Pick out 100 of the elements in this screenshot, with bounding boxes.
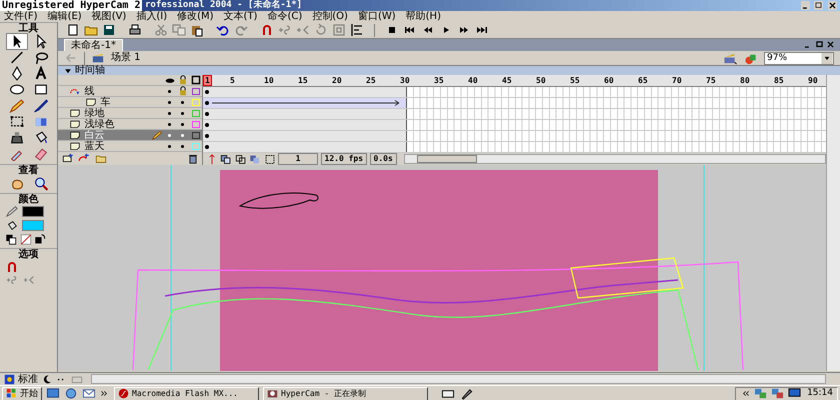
frame-number: 20 [332, 76, 342, 84]
default-colors-icon[interactable] [5, 234, 17, 245]
lock-dot[interactable] [181, 134, 184, 136]
layer-row[interactable]: 白云 [58, 130, 202, 141]
layer-row[interactable]: 绿地 [58, 108, 202, 119]
outline-color-square[interactable] [192, 88, 200, 94]
frame-number: 65 [638, 76, 648, 84]
layer-row[interactable]: 浅绿色 [58, 119, 202, 130]
magnet-icon[interactable] [260, 23, 274, 37]
align-icon[interactable] [350, 23, 364, 37]
menu-item[interactable]: 修改(M) [177, 11, 214, 22]
menu-item[interactable]: 命令(C) [267, 11, 302, 22]
add-guide-layer-icon[interactable] [77, 152, 91, 164]
no-color-icon[interactable] [20, 234, 32, 245]
onion-outline-icon[interactable] [234, 154, 246, 164]
desktop-icon[interactable] [46, 387, 60, 400]
pen-icon[interactable] [460, 387, 474, 400]
lock-dot[interactable] [181, 144, 184, 148]
browser-icon[interactable] [64, 387, 78, 400]
layer-row[interactable]: 线 [58, 86, 202, 97]
layer-icon [68, 130, 82, 140]
layer-row[interactable]: 车 [58, 97, 202, 108]
taskbar-button[interactable]: Macromedia Flash MX... [114, 386, 259, 400]
lock-dot[interactable] [181, 112, 184, 114]
menu-item[interactable]: 控制(O) [312, 11, 348, 22]
keyframe-dot [205, 90, 209, 94]
mail-icon[interactable] [82, 387, 96, 400]
taskbar-button[interactable]: HyperCam - 正在录制 [263, 386, 428, 400]
add-layer-icon[interactable] [60, 152, 74, 164]
arrow-tool-icon[interactable] [6, 34, 26, 49]
frame-number: 80 [740, 76, 750, 84]
watermark: Unregistered HyperCam 2 [0, 0, 142, 11]
undo-icon[interactable] [216, 23, 230, 37]
restore-icon[interactable] [813, 1, 824, 10]
fill-color-swatch[interactable] [22, 220, 44, 231]
frame-number: 30 [400, 76, 410, 84]
lock-icon[interactable] [178, 86, 188, 96]
document-tab[interactable]: 未命名-1* [64, 39, 123, 51]
outline-color-square[interactable] [192, 120, 200, 128]
minimize-icon[interactable] [800, 1, 810, 10]
horizontal-scrollbar[interactable] [404, 154, 826, 164]
playhead-frame-number[interactable]: 1 [203, 75, 212, 86]
new-file-icon[interactable] [66, 23, 80, 37]
outline-icon[interactable] [190, 75, 200, 85]
stroke-color-swatch[interactable] [22, 206, 44, 216]
zoom-field[interactable]: 97% [764, 52, 834, 64]
restore-icon[interactable] [814, 40, 824, 48]
monitor-icon[interactable] [788, 387, 801, 400]
menu-item[interactable]: 文件(F) [4, 11, 38, 22]
visibility-dot[interactable] [168, 144, 171, 148]
current-frame: 1 [278, 153, 318, 165]
frame-number: 35 [434, 76, 444, 84]
edit-scene-icon[interactable] [722, 52, 738, 64]
outline-color-square[interactable] [192, 132, 200, 138]
menu-item[interactable]: 文本(T) [224, 11, 258, 22]
lock-dot[interactable] [181, 122, 184, 126]
frame-number: 90 [808, 76, 818, 84]
close-icon[interactable] [826, 1, 838, 10]
clock: 15:14 [807, 387, 833, 400]
menu-item[interactable]: 帮助(H) [406, 11, 441, 22]
panel-title: 时间轴 [75, 66, 105, 75]
pencil-tool-icon[interactable] [6, 98, 26, 113]
flash-icon [118, 388, 129, 399]
save-icon[interactable] [102, 23, 116, 37]
mode-icon[interactable] [2, 374, 16, 384]
menu-item[interactable]: 编辑(E) [48, 11, 82, 22]
windows-flag-icon [6, 388, 17, 399]
layer-row[interactable]: 蓝天 [58, 141, 202, 152]
visibility-dot[interactable] [168, 134, 171, 136]
visibility-dot[interactable] [168, 90, 171, 92]
menu-item[interactable]: 视图(V) [92, 11, 126, 22]
swap-colors-icon[interactable] [34, 234, 46, 245]
frame-span[interactable] [203, 98, 407, 108]
outline-color-square[interactable] [192, 110, 200, 116]
visibility-dot[interactable] [168, 100, 171, 104]
layer-name: 蓝天 [84, 140, 106, 152]
vertical-scrollbar[interactable] [826, 165, 840, 371]
onion-skin-icon[interactable] [220, 154, 232, 164]
vertical-scrollbar[interactable] [826, 75, 840, 165]
horizontal-scrollbar[interactable] [91, 374, 826, 384]
printer-icon[interactable] [128, 23, 142, 37]
frame-number: 10 [264, 76, 274, 84]
edit-frames-icon[interactable] [249, 154, 261, 164]
camera-icon [267, 388, 278, 399]
onion-markers-icon[interactable] [264, 154, 276, 164]
visibility-dot[interactable] [168, 122, 171, 126]
start-button[interactable]: 开始 [2, 386, 42, 400]
frame-number: 60 [604, 76, 614, 84]
mode-label[interactable]: 标准 [18, 372, 38, 386]
frame-number: 5 [230, 76, 235, 84]
collapse-triangle-icon[interactable] [64, 66, 72, 74]
menu-item[interactable]: 插入(I) [136, 11, 168, 22]
layer-name: 浅绿色 [84, 118, 116, 130]
menu-item[interactable]: 窗口(W) [358, 11, 396, 22]
lock-icon[interactable] [178, 75, 188, 85]
visibility-dot[interactable] [168, 112, 171, 114]
lock-dot[interactable] [181, 100, 184, 104]
close-icon[interactable] [826, 40, 835, 48]
paste-icon[interactable] [190, 23, 204, 37]
magnet-icon[interactable] [5, 260, 19, 274]
